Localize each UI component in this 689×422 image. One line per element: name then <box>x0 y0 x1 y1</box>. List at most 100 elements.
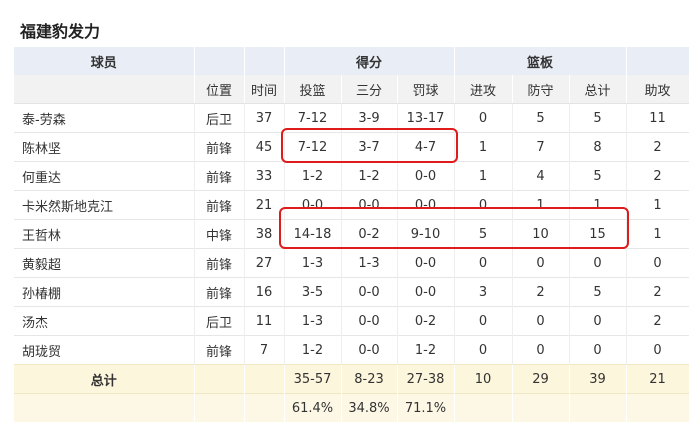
cell-dreb: 0 <box>512 307 569 336</box>
table-row: 孙椿棚 前锋 16 3-5 0-0 0-0 3 2 5 2 <box>14 278 689 307</box>
cell-ast: 2 <box>626 278 689 307</box>
cell-oreb: 0 <box>454 336 512 365</box>
player-name: 陈林坚 <box>14 133 194 162</box>
column-header-row: 位置 时间 投篮 三分 罚球 进攻 防守 总计 助攻 <box>14 75 689 104</box>
cell-pos: 前锋 <box>194 336 244 365</box>
player-name: 王哲林 <box>14 220 194 249</box>
cell-pos: 前锋 <box>194 191 244 220</box>
table-row: 陈林坚 前锋 45 7-12 3-7 4-7 1 7 8 2 <box>14 133 689 162</box>
col-dreb: 防守 <box>512 75 569 104</box>
cell-three: 0-0 <box>341 278 397 307</box>
page-title: 福建豹发力 <box>20 18 100 42</box>
cell-oreb: 0 <box>454 104 512 133</box>
cell-dreb: 2 <box>512 278 569 307</box>
cell-ft: 4-7 <box>397 133 454 162</box>
cell-treb: 0 <box>569 249 626 278</box>
total-ast: 21 <box>626 365 689 394</box>
cell-ft: 13-17 <box>397 104 454 133</box>
cell-min: 37 <box>244 104 284 133</box>
table-row: 汤杰 后卫 11 1-3 0-0 0-2 0 0 0 2 <box>14 307 689 336</box>
col-three: 三分 <box>341 75 397 104</box>
cell-treb: 5 <box>569 104 626 133</box>
cell-min: 38 <box>244 220 284 249</box>
cell-three: 0-0 <box>341 307 397 336</box>
cell-treb: 0 <box>569 336 626 365</box>
cell-treb: 0 <box>569 307 626 336</box>
table-row: 卡米然斯地克江 前锋 21 0-0 0-0 0-0 0 1 1 1 <box>14 191 689 220</box>
player-name: 泰-劳森 <box>14 104 194 133</box>
table-row: 泰-劳森 后卫 37 7-12 3-9 13-17 0 5 5 11 <box>14 104 689 133</box>
totals-row: 总计 35-57 8-23 27-38 10 29 39 21 <box>14 365 689 394</box>
total-ft: 27-38 <box>397 365 454 394</box>
header-rebounds: 篮板 <box>454 47 626 75</box>
col-fg: 投篮 <box>284 75 341 104</box>
cell-fg: 1-2 <box>284 162 341 191</box>
cell-ast: 1 <box>626 191 689 220</box>
cell-ft: 0-0 <box>397 191 454 220</box>
cell-three: 0-0 <box>341 191 397 220</box>
box-score-table: 球员 得分 篮板 位置 时间 投篮 三分 罚球 进攻 防守 总计 助攻 <box>14 47 689 412</box>
cell-min: 16 <box>244 278 284 307</box>
cell-fg: 1-2 <box>284 336 341 365</box>
cell-dreb: 5 <box>512 104 569 133</box>
col-oreb: 进攻 <box>454 75 512 104</box>
cell-oreb: 0 <box>454 307 512 336</box>
cell-oreb: 1 <box>454 162 512 191</box>
pct-ft: 71.1% <box>397 394 454 422</box>
cell-pos: 前锋 <box>194 133 244 162</box>
cell-ast: 0 <box>626 336 689 365</box>
totals-label: 总计 <box>14 365 194 394</box>
cell-min: 33 <box>244 162 284 191</box>
player-name: 胡珑贸 <box>14 336 194 365</box>
cell-ft: 0-0 <box>397 162 454 191</box>
cell-dreb: 7 <box>512 133 569 162</box>
cell-ft: 0-0 <box>397 278 454 307</box>
cell-three: 3-9 <box>341 104 397 133</box>
cell-fg: 0-0 <box>284 191 341 220</box>
cell-ast: 11 <box>626 104 689 133</box>
percentage-row: 61.4% 34.8% 71.1% <box>14 394 689 422</box>
cell-min: 11 <box>244 307 284 336</box>
cell-oreb: 5 <box>454 220 512 249</box>
cell-ast: 2 <box>626 162 689 191</box>
player-name: 何重达 <box>14 162 194 191</box>
cell-treb: 5 <box>569 278 626 307</box>
pct-three: 34.8% <box>341 394 397 422</box>
cell-fg: 14-18 <box>284 220 341 249</box>
cell-pos: 后卫 <box>194 307 244 336</box>
total-treb: 39 <box>569 365 626 394</box>
total-three: 8-23 <box>341 365 397 394</box>
cell-three: 1-2 <box>341 162 397 191</box>
total-oreb: 10 <box>454 365 512 394</box>
cell-dreb: 1 <box>512 191 569 220</box>
table-row: 王哲林 中锋 38 14-18 0-2 9-10 5 10 15 1 <box>14 220 689 249</box>
pct-fg: 61.4% <box>284 394 341 422</box>
col-ast: 助攻 <box>626 75 689 104</box>
col-position: 位置 <box>194 75 244 104</box>
cell-oreb: 0 <box>454 249 512 278</box>
cell-fg: 1-3 <box>284 249 341 278</box>
cell-dreb: 0 <box>512 249 569 278</box>
cell-oreb: 0 <box>454 191 512 220</box>
table-row: 何重达 前锋 33 1-2 1-2 0-0 1 4 5 2 <box>14 162 689 191</box>
cell-ft: 0-0 <box>397 249 454 278</box>
cell-pos: 前锋 <box>194 162 244 191</box>
cell-dreb: 4 <box>512 162 569 191</box>
cell-ft: 0-2 <box>397 307 454 336</box>
cell-treb: 5 <box>569 162 626 191</box>
cell-fg: 7-12 <box>284 104 341 133</box>
header-player: 球员 <box>14 47 194 75</box>
col-minutes: 时间 <box>244 75 284 104</box>
total-fg: 35-57 <box>284 365 341 394</box>
group-header-row: 球员 得分 篮板 <box>14 47 689 75</box>
cell-three: 0-0 <box>341 336 397 365</box>
cell-ast: 2 <box>626 133 689 162</box>
header-scoring: 得分 <box>284 47 454 75</box>
cell-oreb: 3 <box>454 278 512 307</box>
cell-ast: 2 <box>626 307 689 336</box>
cell-treb: 1 <box>569 191 626 220</box>
player-name: 汤杰 <box>14 307 194 336</box>
cell-fg: 1-3 <box>284 307 341 336</box>
cell-dreb: 0 <box>512 336 569 365</box>
player-name: 黄毅超 <box>14 249 194 278</box>
